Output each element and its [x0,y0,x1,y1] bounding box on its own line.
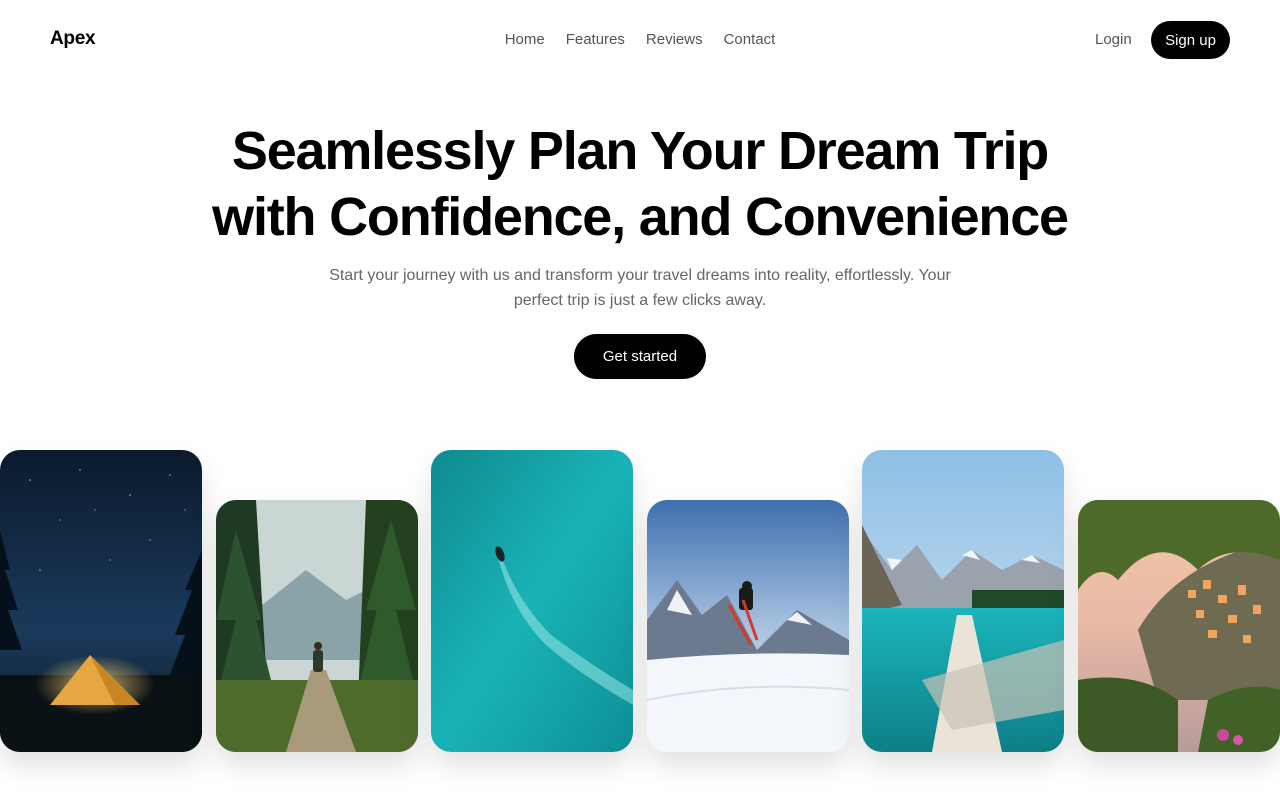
login-link[interactable]: Login [1095,31,1132,48]
hero-subtitle-line-1: Start your journey with us and transform… [329,267,951,284]
gallery-image-forest-hiking [216,500,418,752]
get-started-button[interactable]: Get started [574,334,706,379]
nav-link-contact[interactable]: Contact [724,31,776,48]
nav-link-features[interactable]: Features [566,31,625,48]
gallery-image-night-camping [0,450,202,752]
gallery-image-snow-skier [647,500,849,752]
signup-button[interactable]: Sign up [1151,21,1230,59]
hero-title-line-1: Seamlessly Plan Your Dream Trip [231,121,1049,181]
hero-subtitle: Start your journey with us and transform… [320,263,960,313]
hero-title-line-2: with Confidence, and Convenience [212,187,1069,247]
top-navigation: Apex Home Features Reviews Contact Login… [0,0,1280,80]
nav-links: Home Features Reviews Contact [0,31,1280,48]
gallery-image-mountain-lake [862,450,1064,752]
hero-title: Seamlessly Plan Your Dream Trip with Con… [0,118,1280,250]
nav-link-home[interactable]: Home [505,31,545,48]
gallery-image-turquoise-sea [431,450,633,752]
nav-link-reviews[interactable]: Reviews [646,31,703,48]
gallery-image-coastal-village [1078,500,1280,752]
hero-subtitle-line-2: perfect trip is just a few clicks away. [513,292,767,309]
